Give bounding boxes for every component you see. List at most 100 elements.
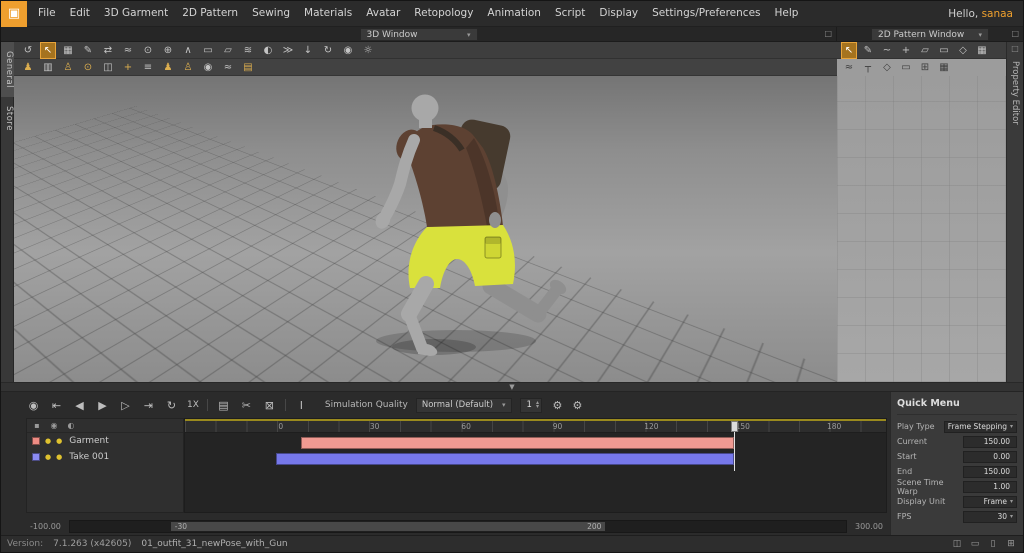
menu-script[interactable]: Script <box>548 1 592 26</box>
show-baselines-icon[interactable]: ▭ <box>899 60 913 75</box>
menu-animation[interactable]: Animation <box>480 1 548 26</box>
app-logo[interactable]: ▣ <box>1 1 27 27</box>
reset-arrangement-icon[interactable]: ↺ <box>21 43 35 58</box>
quick-menu-value[interactable]: 150.00 <box>963 465 1017 478</box>
animation-settings-icon[interactable]: ⚙ <box>570 399 585 412</box>
steam-brush-icon[interactable]: ≋ <box>241 43 255 58</box>
delete-animation-button[interactable]: ⊠ <box>262 399 277 412</box>
menu-avatar[interactable]: Avatar <box>359 1 407 26</box>
render-light-icon[interactable]: ☼ <box>361 43 375 58</box>
separator[interactable] <box>206 399 208 411</box>
fold-arrangement-icon[interactable]: ∧ <box>181 43 195 58</box>
quick-menu-value[interactable]: Frame ▾ <box>963 495 1017 508</box>
transform-pattern-icon[interactable]: ↖ <box>841 42 857 59</box>
show-grainline-icon[interactable]: ◇ <box>880 60 894 75</box>
separator[interactable] <box>284 399 286 411</box>
tab-general[interactable]: General <box>1 42 14 97</box>
layout-2d-only-icon[interactable]: ▯ <box>987 537 999 552</box>
pin-tool-icon[interactable]: ⊙ <box>141 43 155 58</box>
quick-menu-value[interactable]: Frame Stepping ▾ <box>943 420 1017 433</box>
show-internal-lines-icon[interactable]: ▤ <box>241 60 255 75</box>
time-cursor-button[interactable]: I <box>294 399 309 412</box>
menu-settings-preferences[interactable]: Settings/Preferences <box>645 1 767 26</box>
show-garment-icon[interactable]: ▥ <box>41 60 55 75</box>
menu-edit[interactable]: Edit <box>63 1 97 26</box>
visibility-icon[interactable]: ◉ <box>49 418 59 433</box>
gravity-toggle-icon[interactable]: ↓ <box>301 43 315 58</box>
pen-tool-icon[interactable]: ✎ <box>81 43 95 58</box>
trim-animation-button[interactable]: ✂ <box>239 399 254 412</box>
go-to-end-button[interactable]: ⇥ <box>141 399 156 412</box>
playhead-handle[interactable] <box>730 421 738 432</box>
show-avatar-icon[interactable]: ♟ <box>21 60 35 75</box>
layout-quad-icon[interactable]: ⊞ <box>1005 537 1017 552</box>
play-button[interactable]: ▶ <box>95 399 110 412</box>
edit-curve-icon[interactable]: ~ <box>880 43 894 58</box>
select-mesh-tool-icon[interactable]: ▦ <box>61 43 75 58</box>
simulation-settings-icon[interactable]: ⚙ <box>550 399 565 412</box>
lock-icon[interactable]: ▪ <box>32 418 42 433</box>
menu-display[interactable]: Display <box>592 1 645 26</box>
select-move-tool-icon[interactable]: ↖ <box>40 42 56 59</box>
track-list-item[interactable]: ● ● Garment <box>27 433 183 449</box>
add-point-icon[interactable]: + <box>899 43 913 58</box>
username[interactable]: sanaa <box>982 8 1013 20</box>
x-ray-joints-icon[interactable]: + <box>121 60 135 75</box>
tack-tool-icon[interactable]: ⊕ <box>161 43 175 58</box>
record-button[interactable]: ◉ <box>26 399 41 412</box>
quick-menu-value[interactable]: 0.00 <box>963 450 1017 463</box>
timeline-ruler[interactable]: 0 30 60 90 120 150 180 <box>185 421 886 433</box>
menu-retopology[interactable]: Retopology <box>407 1 480 26</box>
maximize-2d-icon[interactable]: □ <box>1011 29 1019 38</box>
polygon-tool-icon[interactable]: ▱ <box>918 43 932 58</box>
track-toggle-a[interactable]: ● <box>45 453 51 461</box>
quick-menu-value[interactable]: 1.00 <box>963 480 1017 493</box>
3d-window-selector[interactable]: 3D Window ▾ <box>359 28 478 41</box>
fitting-suit-icon[interactable]: ♟ <box>161 60 175 75</box>
previous-frame-button[interactable]: ◀ <box>72 399 87 412</box>
scrollbar-handle[interactable]: -30 200 <box>170 522 606 531</box>
spinner-down-icon[interactable]: ▾ <box>536 404 539 410</box>
show-grid-2d-icon[interactable]: ⊞ <box>918 60 932 75</box>
timeline-divider[interactable]: ▼ <box>1 382 1023 392</box>
track-toggle-b[interactable]: ● <box>56 453 62 461</box>
3d-viewport[interactable]: ↺ ↖ ▦ ✎ ⇄ ≈ ⊙ ⊕ ∧ ▭ ▱ ≋ ◐ ≫ ↓ ↻ ◉ ☼ ♟ ▥ … <box>14 42 837 382</box>
next-frame-button[interactable]: ▷ <box>118 399 133 412</box>
show-stitches-icon[interactable]: ≈ <box>221 60 235 75</box>
tab-store[interactable]: Store <box>1 97 14 140</box>
track-toggle-b[interactable]: ● <box>56 437 62 445</box>
track-list-item[interactable]: ● ● Take 001 <box>27 449 183 465</box>
loop-button[interactable]: ↻ <box>164 399 179 412</box>
2d-window-selector[interactable]: 2D Pattern Window ▾ <box>871 28 989 41</box>
step-spinner[interactable]: 1 ▴ ▾ <box>519 397 542 413</box>
menu-sewing[interactable]: Sewing <box>245 1 297 26</box>
track-color-swatch[interactable] <box>32 453 40 461</box>
avatar-tape-icon[interactable]: ≡ <box>141 60 155 75</box>
timeline-scrollbar[interactable]: -30 200 <box>68 520 847 533</box>
expand-panel-icon[interactable]: □ <box>1011 44 1019 53</box>
2d-pattern-window[interactable]: ↖ ✎ ~ + ▱ ▭ ◇ ▦ ≈ ┬ ◇ ▭ ⊞ ▦ <box>837 42 1008 382</box>
maximize-3d-icon[interactable]: □ <box>824 29 832 38</box>
collapse-timeline-icon[interactable]: ▼ <box>509 383 514 391</box>
show-pattern-mesh-icon[interactable]: ▦ <box>937 60 951 75</box>
layout-3d-only-icon[interactable]: ▭ <box>969 537 981 552</box>
track-canvas[interactable]: 0 30 60 90 120 150 180 <box>184 418 887 513</box>
show-sewing-2d-icon[interactable]: ≈ <box>842 60 856 75</box>
show-notches-icon[interactable]: ┬ <box>861 60 875 75</box>
flatten-tool-icon[interactable]: ▱ <box>221 43 235 58</box>
measure-tool-icon[interactable]: ▭ <box>201 43 215 58</box>
camera-tool-icon[interactable]: ◉ <box>341 43 355 58</box>
pose-editor-icon[interactable]: ♙ <box>181 60 195 75</box>
property-editor-strip[interactable]: □ Property Editor <box>1006 42 1023 382</box>
duplicate-animation-button[interactable]: ▤ <box>216 399 231 412</box>
track-bar[interactable] <box>300 437 734 449</box>
avatar-3d[interactable] <box>306 88 636 382</box>
edit-sewing-tool-icon[interactable]: ⇄ <box>101 43 115 58</box>
menu-file[interactable]: File <box>31 1 63 26</box>
track-color-swatch[interactable] <box>32 437 40 445</box>
show-pins-icon[interactable]: ◉ <box>201 60 215 75</box>
track-toggle-a[interactable]: ● <box>45 437 51 445</box>
speed-button[interactable]: 1X <box>187 400 199 410</box>
solidify-brush-icon[interactable]: ◐ <box>261 43 275 58</box>
wind-tool-icon[interactable]: ≫ <box>281 43 295 58</box>
